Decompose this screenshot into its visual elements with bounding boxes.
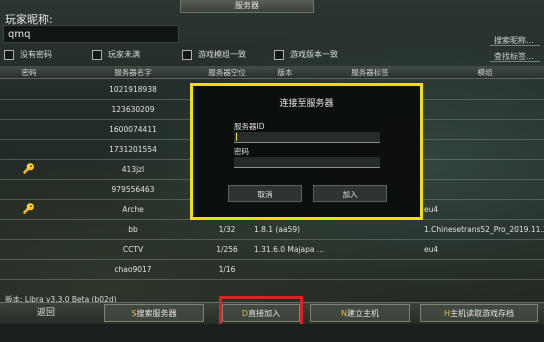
lock-cell: 🔑 [14,200,44,219]
player-name-input[interactable]: qmq [3,25,179,43]
cell-name: 1600074411 [109,125,157,134]
checkbox-icon[interactable] [4,50,14,60]
cell-name: 1731201554 [109,145,157,154]
column-name[interactable]: 服务器名字 [98,67,168,78]
cell-name: 979556463 [111,185,155,194]
column-password[interactable]: 密码 [14,67,44,78]
search-tags-underline [490,61,540,62]
server-id-input[interactable] [234,132,380,143]
button-label: 主机读取游戏存档 [450,309,514,318]
cell-name: CCTV [122,245,144,254]
cell-version: 1.31.6.0 Majapa ... [254,245,325,254]
column-slots[interactable]: 服务器空位 [202,67,252,78]
search-nickname-underline [490,45,540,46]
host-game-button[interactable]: N建立主机 [310,304,410,322]
filter-no-password[interactable]: 没有密码 [4,49,52,61]
column-tags[interactable]: 服务器标签 [340,67,400,78]
search-servers-button[interactable]: S搜索服务器 [104,304,204,322]
password-input[interactable] [234,157,380,168]
cell-slots: 1/16 [218,265,236,274]
server-id-label: 服务器ID [234,122,265,131]
table-row[interactable]: chao9017 1/16 [0,260,544,280]
text-caret [236,133,237,141]
filter-label: 游戏版本一致 [290,50,338,59]
window-title: 服务器 [180,0,314,13]
cell-mods: eu4 [424,245,439,254]
cell-name: Arche [122,205,144,214]
table-row[interactable]: bb 1/32 1.8.1 (aa59) 1.Chinesetrans52_Pro_2… [0,220,544,240]
bottom-shadow [0,324,544,342]
lock-cell: 🔑 [14,160,44,179]
join-button[interactable]: 加入 [313,185,387,202]
connect-dialog-title: 连接至服务器 [279,99,334,109]
checkbox-icon[interactable] [274,50,284,60]
cell-mods: 1.Chinesetrans52_Pro_2019.11.30 ... [424,225,544,234]
cancel-button[interactable]: 取消 [228,185,302,202]
filter-not-full[interactable]: 玩家未满 [92,49,140,61]
key-icon: 🔑 [22,164,36,175]
filter-label: 没有密码 [20,50,52,59]
cell-slots: 1/256 [216,245,238,254]
checkbox-icon[interactable] [92,50,102,60]
cell-mods: eu4 [424,205,439,214]
column-mods[interactable]: 模组 [470,67,500,78]
filter-same-version[interactable]: 游戏版本一致 [274,49,338,61]
checkbox-icon[interactable] [182,50,192,60]
password-label: 密码 [234,147,249,156]
cell-name: bb [128,225,138,234]
filter-same-mods[interactable]: 游戏模组一致 [182,49,246,61]
button-label: 建立主机 [346,309,379,318]
cell-slots: 1/32 [218,225,236,234]
filter-label: 玩家未满 [108,50,140,59]
column-version[interactable]: 版本 [270,67,300,78]
cell-version: 1.8.1 (aa59) [254,225,301,234]
table-row[interactable]: CCTV 1/256 1.31.6.0 Majapa ... eu4 [0,240,544,260]
cell-name: 1021918938 [109,85,157,94]
button-label: 搜索服务器 [136,309,177,318]
filter-label: 游戏模组一致 [198,50,246,59]
key-icon: 🔑 [22,204,36,215]
cell-name: chao9017 [114,265,152,274]
back-button[interactable]: 返回 [2,304,90,322]
cell-name: 413jzl [121,165,145,174]
host-load-save-button[interactable]: H主机读取游戏存档 [420,304,538,322]
cell-name: 123630209 [111,105,155,114]
